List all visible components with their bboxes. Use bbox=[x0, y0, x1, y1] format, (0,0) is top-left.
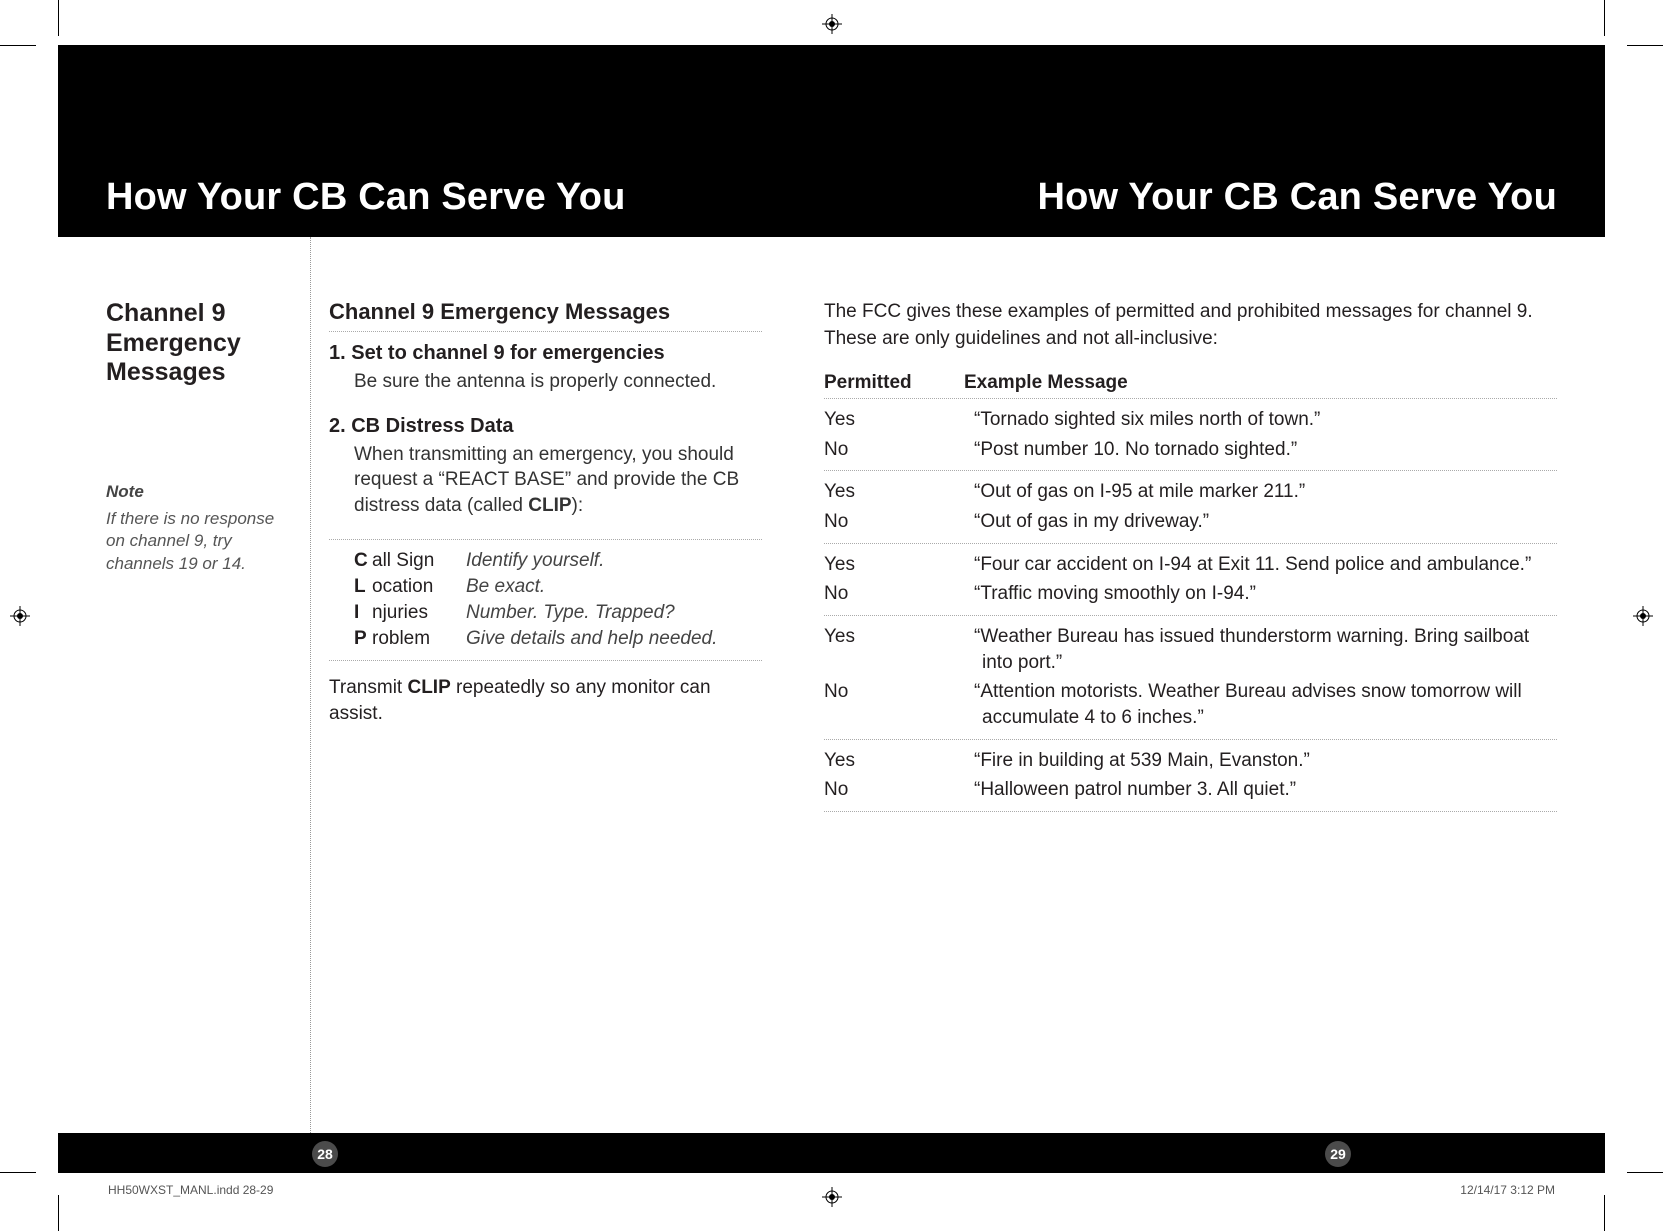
main-right-column: The FCC gives these examples of permitte… bbox=[790, 237, 1605, 1161]
step-1: 1. Set to channel 9 for emergencies Be s… bbox=[329, 342, 762, 395]
message-cell: “Tornado sighted six miles north of town… bbox=[964, 407, 1557, 433]
content-area: Channel 9 Emergency Messages Note If the… bbox=[58, 237, 1605, 1161]
example-group: Yes“Weather Bureau has issued thundersto… bbox=[824, 616, 1557, 740]
footer-band: 28 29 bbox=[58, 1133, 1605, 1173]
clip-letter: I bbox=[354, 600, 372, 626]
permitted-cell: No bbox=[824, 509, 964, 535]
crop-mark bbox=[1604, 0, 1605, 36]
header-title-left: How Your CB Can Serve You bbox=[106, 176, 626, 219]
note-body: If there is no response on channel 9, tr… bbox=[106, 508, 292, 577]
head-message: Example Message bbox=[964, 372, 1128, 394]
message-cell: “Halloween patrol number 3. All quiet.” bbox=[964, 777, 1557, 803]
note-label: Note bbox=[106, 482, 292, 502]
crop-mark bbox=[58, 0, 59, 36]
head-permitted: Permitted bbox=[824, 372, 964, 394]
permitted-cell: Yes bbox=[824, 624, 964, 675]
permitted-cell: Yes bbox=[824, 748, 964, 774]
permitted-cell: No bbox=[824, 679, 964, 730]
clip-letter: L bbox=[354, 574, 372, 600]
example-group: Yes“Fire in building at 539 Main, Evanst… bbox=[824, 740, 1557, 812]
message-cell: “Post number 10. No tornado sighted.” bbox=[964, 437, 1557, 463]
registration-mark-icon bbox=[10, 606, 30, 626]
right-intro: The FCC gives these examples of permitte… bbox=[824, 299, 1557, 352]
clip-row: L ocation Be exact. bbox=[354, 574, 762, 600]
example-group: Yes“Out of gas on I-95 at mile marker 21… bbox=[824, 471, 1557, 543]
step-1-body: Be sure the antenna is properly connecte… bbox=[329, 369, 762, 395]
example-table: Permitted Example Message Yes“Tornado si… bbox=[824, 372, 1557, 812]
message-cell: “Traffic moving smoothly on I-94.” bbox=[964, 581, 1557, 607]
example-row: Yes“Out of gas on I-95 at mile marker 21… bbox=[824, 477, 1557, 507]
message-cell: “Attention motorists. Weather Bureau adv… bbox=[964, 679, 1557, 730]
registration-mark-icon bbox=[822, 14, 842, 34]
page-number-left: 28 bbox=[312, 1141, 338, 1167]
crop-mark bbox=[1627, 1172, 1663, 1173]
message-cell: “Four car accident on I-94 at Exit 11. S… bbox=[964, 552, 1557, 578]
section-heading: Channel 9 Emergency Messages bbox=[329, 299, 762, 332]
message-cell: “Fire in building at 539 Main, Evanston.… bbox=[964, 748, 1557, 774]
crop-mark bbox=[58, 1195, 59, 1231]
message-cell: “Out of gas on I-95 at mile marker 211.” bbox=[964, 479, 1557, 505]
permitted-cell: No bbox=[824, 777, 964, 803]
clip-desc: Number. Type. Trapped? bbox=[466, 600, 675, 626]
step-2-title: 2. CB Distress Data bbox=[329, 415, 762, 438]
step-2-body-bold: CLIP bbox=[528, 495, 571, 516]
message-cell: “Out of gas in my driveway.” bbox=[964, 509, 1557, 535]
crop-mark bbox=[0, 45, 36, 46]
step-1-title: 1. Set to channel 9 for emergencies bbox=[329, 342, 762, 365]
step-2: 2. CB Distress Data When transmitting an… bbox=[329, 415, 762, 519]
permitted-cell: No bbox=[824, 437, 964, 463]
clip-row: C all Sign Identify yourself. bbox=[354, 548, 762, 574]
transmit-line: Transmit CLIP repeatedly so any monitor … bbox=[329, 675, 762, 726]
sidebar-column: Channel 9 Emergency Messages Note If the… bbox=[58, 237, 310, 1161]
example-row: Yes“Four car accident on I-94 at Exit 11… bbox=[824, 550, 1557, 580]
imprint-date: 12/14/17 3:12 PM bbox=[1460, 1183, 1555, 1197]
permitted-cell: Yes bbox=[824, 407, 964, 433]
registration-mark-icon bbox=[1633, 606, 1653, 626]
clip-letter: C bbox=[354, 548, 372, 574]
example-row: No“Out of gas in my driveway.” bbox=[824, 507, 1557, 537]
clip-word: roblem bbox=[372, 626, 466, 652]
example-group: Yes“Tornado sighted six miles north of t… bbox=[824, 399, 1557, 471]
example-row: No“Halloween patrol number 3. All quiet.… bbox=[824, 775, 1557, 805]
header-title-right: How Your CB Can Serve You bbox=[1037, 176, 1557, 219]
permitted-cell: Yes bbox=[824, 552, 964, 578]
clip-desc: Be exact. bbox=[466, 574, 545, 600]
crop-mark bbox=[1627, 45, 1663, 46]
message-cell: “Weather Bureau has issued thunderstorm … bbox=[964, 624, 1557, 675]
header-band: How Your CB Can Serve You How Your CB Ca… bbox=[58, 45, 1605, 237]
example-table-head: Permitted Example Message bbox=[824, 372, 1557, 399]
example-row: No“Post number 10. No tornado sighted.” bbox=[824, 435, 1557, 465]
example-row: Yes“Weather Bureau has issued thundersto… bbox=[824, 622, 1557, 677]
permitted-cell: Yes bbox=[824, 479, 964, 505]
clip-desc: Give details and help needed. bbox=[466, 626, 717, 652]
permitted-cell: No bbox=[824, 581, 964, 607]
clip-row: P roblem Give details and help needed. bbox=[354, 626, 762, 652]
clip-desc: Identify yourself. bbox=[466, 548, 604, 574]
example-group: Yes“Four car accident on I-94 at Exit 11… bbox=[824, 544, 1557, 616]
clip-word: njuries bbox=[372, 600, 466, 626]
step-2-body: When transmitting an emergency, you shou… bbox=[329, 442, 762, 519]
clip-box: C all Sign Identify yourself. L ocation … bbox=[329, 539, 762, 662]
main-left-column: Channel 9 Emergency Messages 1. Set to c… bbox=[310, 237, 790, 1161]
crop-mark bbox=[1604, 1195, 1605, 1231]
step-2-body-post: ): bbox=[572, 495, 584, 516]
example-row: Yes“Tornado sighted six miles north of t… bbox=[824, 405, 1557, 435]
sidebar-heading: Channel 9 Emergency Messages bbox=[106, 299, 292, 388]
crop-mark bbox=[0, 1172, 36, 1173]
imprint-file: HH50WXST_MANL.indd 28-29 bbox=[108, 1183, 273, 1197]
transmit-bold: CLIP bbox=[407, 677, 450, 698]
clip-row: I njuries Number. Type. Trapped? bbox=[354, 600, 762, 626]
example-row: No“Traffic moving smoothly on I-94.” bbox=[824, 579, 1557, 609]
transmit-pre: Transmit bbox=[329, 677, 407, 698]
registration-mark-icon bbox=[822, 1187, 842, 1207]
clip-word: all Sign bbox=[372, 548, 466, 574]
clip-word: ocation bbox=[372, 574, 466, 600]
example-row: No“Attention motorists. Weather Bureau a… bbox=[824, 677, 1557, 732]
clip-letter: P bbox=[354, 626, 372, 652]
example-row: Yes“Fire in building at 539 Main, Evanst… bbox=[824, 746, 1557, 776]
page-number-right: 29 bbox=[1325, 1141, 1351, 1167]
